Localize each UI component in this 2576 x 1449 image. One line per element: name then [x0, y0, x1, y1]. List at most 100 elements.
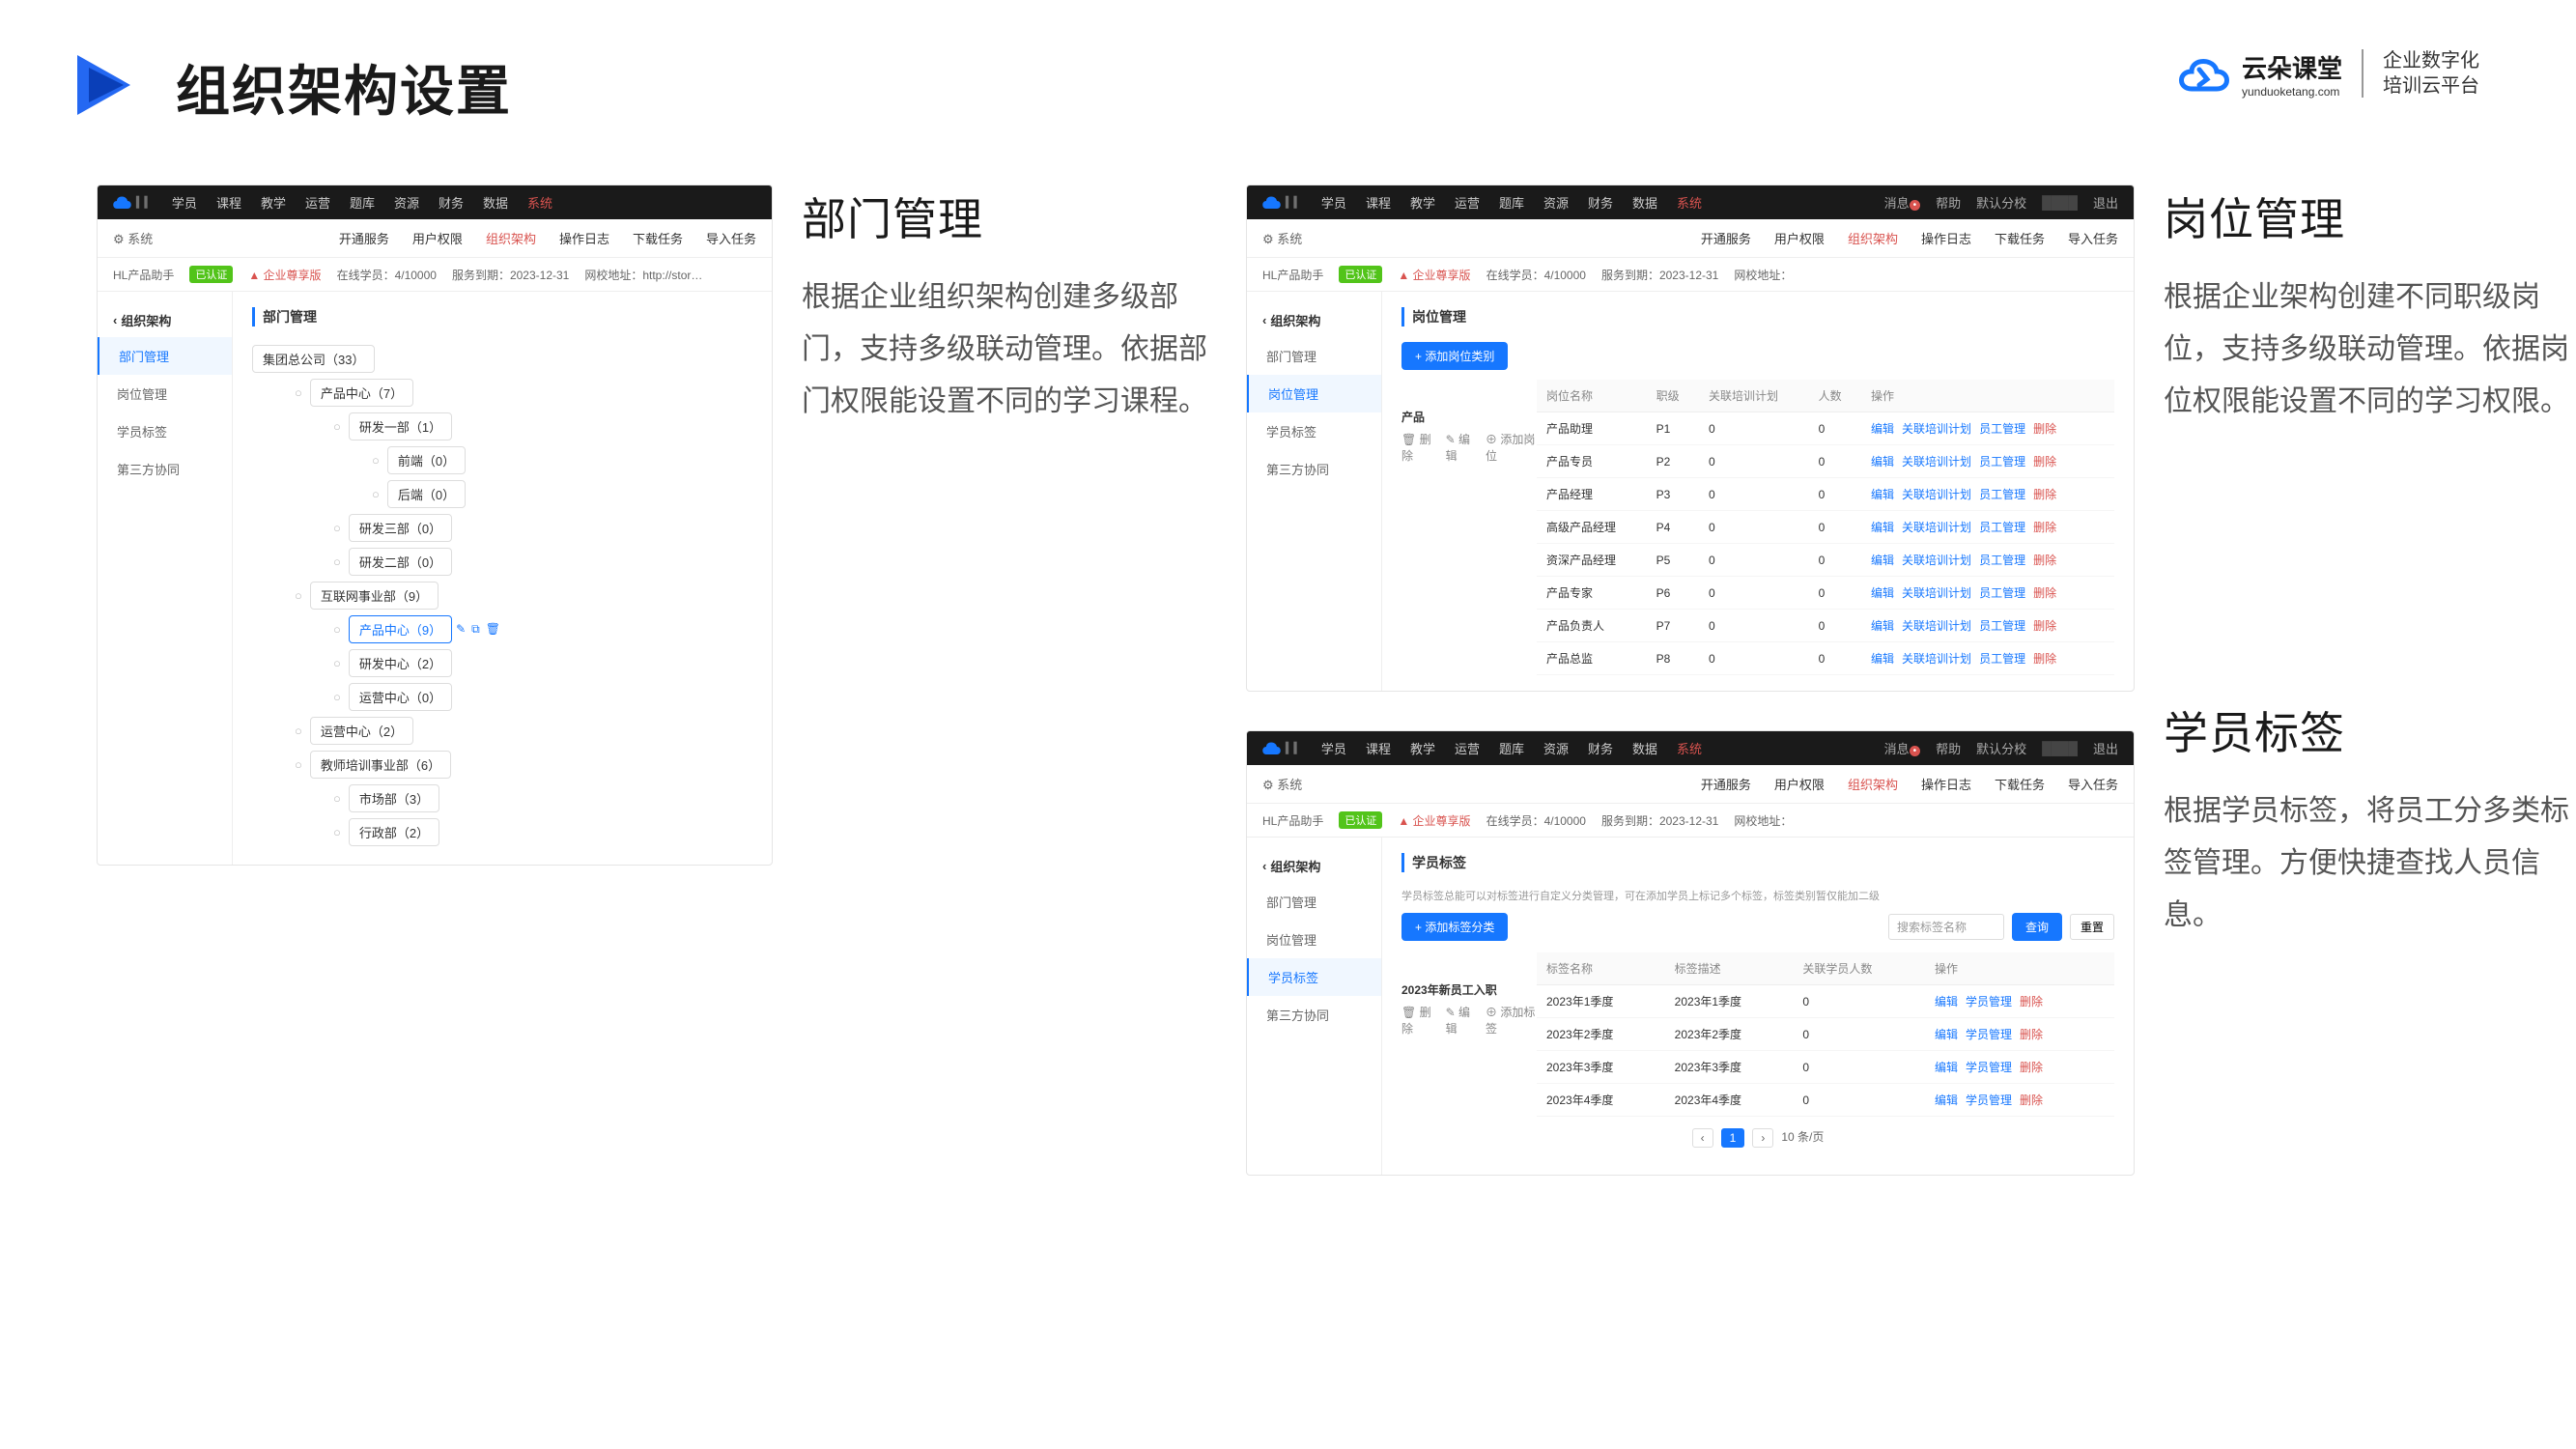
action-link[interactable]: 编辑 — [1871, 521, 1894, 534]
table-row: 资深产品经理P500编辑关联培训计划员工管理删除 — [1537, 544, 2114, 577]
action-link[interactable]: 关联培训计划 — [1902, 554, 1971, 567]
section-title: 部门管理 — [252, 307, 752, 327]
action-link[interactable]: 关联培训计划 — [1902, 455, 1971, 469]
add-pos-btn[interactable]: + 添加岗位类别 — [1401, 342, 1508, 370]
dept-desc: 部门管理 根据企业组织架构创建多级部门，支持多级联动管理。依据部门权限能设置不同… — [802, 185, 1217, 428]
action-link[interactable]: 关联培训计划 — [1902, 488, 1971, 501]
action-link[interactable]: 员工管理 — [1979, 554, 2025, 567]
action-link[interactable]: 关联培训计划 — [1902, 619, 1971, 633]
action-link[interactable]: 删除 — [2033, 455, 2056, 469]
brand-divider — [2362, 49, 2364, 98]
sidebar-crumb[interactable]: ‹ 组织架构 — [98, 303, 232, 337]
edit-icon: ✎ — [456, 622, 466, 637]
action-link[interactable]: 编辑 — [1935, 1094, 1958, 1107]
brand-area: 云朵课堂 yunduoketang.com 企业数字化 培训云平台 — [2172, 48, 2479, 99]
table-row: 产品专家P600编辑关联培训计划员工管理删除 — [1537, 577, 2114, 610]
table-row: 2023年2季度2023年2季度0编辑学员管理删除 — [1537, 1018, 2114, 1051]
reset-btn[interactable]: 重置 — [2070, 914, 2114, 940]
action-link[interactable]: 删除 — [2033, 422, 2056, 436]
tree-actions[interactable]: ✎⧉🗑 — [456, 622, 500, 637]
action-link[interactable]: 员工管理 — [1979, 586, 2025, 600]
copy-icon: ⧉ — [471, 622, 480, 637]
pos-panel: ▍▍ 学员 课程 教学 运营 题库 资源 财务 数据 系统 消息• 帮助 默认分… — [1246, 185, 2135, 692]
delete-icon[interactable]: 🗑 删除 — [1401, 431, 1436, 464]
tree-node[interactable]: ○产品中心（7） — [291, 376, 752, 410]
table-row: 产品专员P200编辑关联培训计划员工管理删除 — [1537, 445, 2114, 478]
cloud-icon — [2172, 50, 2234, 97]
tree-node[interactable]: ○市场部（3） — [329, 781, 752, 815]
action-link[interactable]: 学员管理 — [1966, 995, 2012, 1009]
edit-icon[interactable]: ✎ 编辑 — [1446, 431, 1476, 464]
action-link[interactable]: 员工管理 — [1979, 521, 2025, 534]
pager-1[interactable]: 1 — [1721, 1128, 1745, 1148]
tree-node[interactable]: ○后端（0） — [368, 477, 752, 511]
action-link[interactable]: 删除 — [2033, 521, 2056, 534]
tag-desc: 学员标签 根据学员标签，将员工分多类标签管理。方便快捷查找人员信息。 — [2164, 698, 2576, 942]
action-link[interactable]: 删除 — [2020, 1061, 2043, 1074]
tree-node[interactable]: ○产品中心（9） ✎⧉🗑 — [329, 612, 752, 646]
sidebar-item-pos[interactable]: 岗位管理 — [98, 375, 232, 412]
action-link[interactable]: 关联培训计划 — [1902, 521, 1971, 534]
tree-node[interactable]: ○教师培训事业部（6） — [291, 748, 752, 781]
tree-node[interactable]: ○行政部（2） — [329, 815, 752, 849]
action-link[interactable]: 员工管理 — [1979, 422, 2025, 436]
action-link[interactable]: 删除 — [2020, 1094, 2043, 1107]
action-link[interactable]: 编辑 — [1871, 488, 1894, 501]
panel-sidebar: ‹ 组织架构 部门管理 岗位管理 学员标签 第三方协同 — [98, 292, 233, 865]
sidebar-item-dept[interactable]: 部门管理 — [98, 337, 232, 375]
pager: ‹ 1 › 10 条/页 — [1401, 1117, 2114, 1159]
tree-node[interactable]: ○研发三部（0） — [329, 511, 752, 545]
search-input[interactable]: 搜索标签名称 — [1888, 914, 2004, 940]
msg-link[interactable]: 消息• — [1884, 193, 1921, 212]
action-link[interactable]: 编辑 — [1871, 455, 1894, 469]
action-link[interactable]: 删除 — [2020, 995, 2043, 1009]
gear-icon[interactable]: ⚙ 系统 — [113, 229, 153, 247]
action-link[interactable]: 编辑 — [1935, 1061, 1958, 1074]
action-link[interactable]: 员工管理 — [1979, 455, 2025, 469]
action-link[interactable]: 编辑 — [1871, 619, 1894, 633]
action-link[interactable]: 编辑 — [1871, 554, 1894, 567]
sidebar-item-tag[interactable]: 学员标签 — [98, 412, 232, 450]
action-link[interactable]: 删除 — [2020, 1028, 2043, 1041]
action-link[interactable]: 学员管理 — [1966, 1061, 2012, 1074]
action-link[interactable]: 编辑 — [1871, 422, 1894, 436]
action-link[interactable]: 删除 — [2033, 652, 2056, 666]
search-btn[interactable]: 查询 — [2012, 913, 2062, 941]
tree-node[interactable]: ○前端（0） — [368, 443, 752, 477]
nav-active[interactable]: 系统 — [527, 193, 552, 212]
triangle-logo — [68, 50, 137, 125]
action-link[interactable]: 删除 — [2033, 554, 2056, 567]
tag-panel: ▍▍ 学员 课程 教学 运营 题库 资源 财务 数据 系统 消息• 帮助 默认分… — [1246, 730, 2135, 1176]
action-link[interactable]: 编辑 — [1871, 586, 1894, 600]
add-icon[interactable]: ⊕ 添加岗位 — [1486, 431, 1537, 464]
tree-node[interactable]: ○运营中心（0） — [329, 680, 752, 714]
tree-node[interactable]: 集团总公司（33） — [252, 342, 752, 376]
pager-prev[interactable]: ‹ — [1692, 1128, 1713, 1148]
action-link[interactable]: 编辑 — [1871, 652, 1894, 666]
action-link[interactable]: 删除 — [2033, 488, 2056, 501]
add-tag-btn[interactable]: + 添加标签分类 — [1401, 913, 1508, 941]
action-link[interactable]: 学员管理 — [1966, 1094, 2012, 1107]
table-row: 产品助理P100编辑关联培训计划员工管理删除 — [1537, 412, 2114, 445]
action-link[interactable]: 员工管理 — [1979, 488, 2025, 501]
tree-node[interactable]: ○研发一部（1） — [329, 410, 752, 443]
action-link[interactable]: 删除 — [2033, 586, 2056, 600]
sidebar-item-third[interactable]: 第三方协同 — [98, 450, 232, 488]
tree-node[interactable]: ○研发中心（2） — [329, 646, 752, 680]
pager-next[interactable]: › — [1752, 1128, 1773, 1148]
sub-nav: ⚙ 系统 开通服务 用户权限 组织架构 操作日志 下载任务 导入任务 — [98, 219, 772, 258]
action-link[interactable]: 学员管理 — [1966, 1028, 2012, 1041]
action-link[interactable]: 编辑 — [1935, 995, 1958, 1009]
tree-node[interactable]: ○互联网事业部（9） — [291, 579, 752, 612]
action-link[interactable]: 编辑 — [1935, 1028, 1958, 1041]
action-link[interactable]: 员工管理 — [1979, 619, 2025, 633]
action-link[interactable]: 删除 — [2033, 619, 2056, 633]
action-link[interactable]: 关联培训计划 — [1902, 422, 1971, 436]
gear-icon[interactable]: ⚙ 系统 — [1262, 229, 1302, 247]
action-link[interactable]: 关联培训计划 — [1902, 652, 1971, 666]
action-link[interactable]: 员工管理 — [1979, 652, 2025, 666]
tree-node[interactable]: ○运营中心（2） — [291, 714, 752, 748]
table-row: 产品负责人P700编辑关联培训计划员工管理删除 — [1537, 610, 2114, 642]
tree-node[interactable]: ○研发二部（0） — [329, 545, 752, 579]
action-link[interactable]: 关联培训计划 — [1902, 586, 1971, 600]
